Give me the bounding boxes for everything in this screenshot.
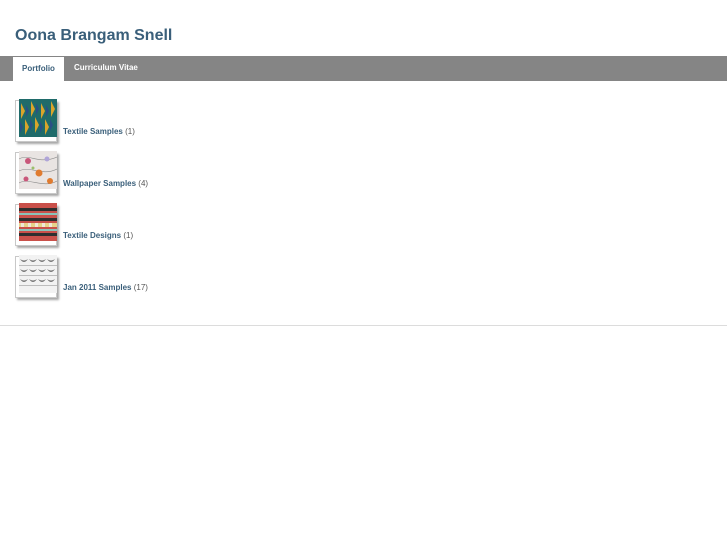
gallery-item-jan-2011-samples: Jan 2011 Samples (17) <box>15 253 715 305</box>
gallery-thumbnail[interactable] <box>15 203 57 246</box>
gallery-list: Textile Samples (1) Wallpaper Samples (4… <box>15 97 715 305</box>
gallery-count: (17) <box>133 283 148 292</box>
gallery-count: (4) <box>138 179 149 188</box>
gallery-link[interactable]: Textile Designs <box>63 231 121 240</box>
textile-designs-thumbnail-image <box>19 203 57 241</box>
gallery-link[interactable]: Jan 2011 Samples <box>63 283 132 292</box>
gallery-link[interactable]: Wallpaper Samples <box>63 179 136 188</box>
content-divider <box>0 325 727 326</box>
textile-samples-thumbnail-image <box>19 99 57 137</box>
gallery-count: (1) <box>123 231 134 240</box>
gallery-count: (1) <box>125 127 135 136</box>
tab-portfolio[interactable]: Portfolio <box>13 57 64 81</box>
main-navigation: Portfolio Curriculum Vitae <box>0 56 727 81</box>
gallery-thumbnail[interactable] <box>15 255 57 298</box>
gallery-item-textile-designs: Textile Designs (1) <box>15 201 715 253</box>
wallpaper-samples-thumbnail-image <box>19 151 57 189</box>
site-title[interactable]: Oona Brangam Snell <box>15 26 172 46</box>
gallery-item-wallpaper-samples: Wallpaper Samples (4) <box>15 149 715 201</box>
gallery-thumbnail[interactable] <box>15 151 57 194</box>
gallery-item-textile-samples: Textile Samples (1) <box>15 97 715 149</box>
jan-2011-samples-thumbnail-image <box>19 255 57 293</box>
tab-curriculum-vitae[interactable]: Curriculum Vitae <box>66 56 146 81</box>
gallery-link[interactable]: Textile Samples <box>63 127 123 136</box>
gallery-thumbnail[interactable] <box>15 99 57 142</box>
